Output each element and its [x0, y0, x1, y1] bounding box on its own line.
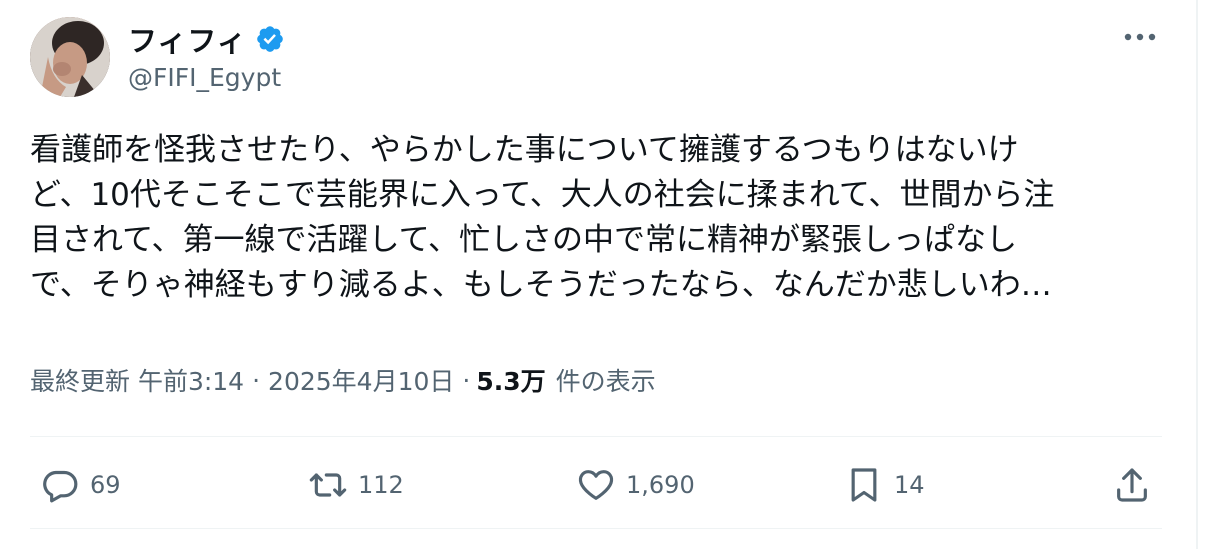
action-bar: 69 112 1,690 14	[0, 455, 1196, 515]
tweet-text: 看護師を怪我させたり、やらかした事について擁護するつもりはないけ ど、10代そこ…	[30, 128, 1170, 308]
tweet-meta: 最終更新 午前3:14 · 2025年4月10日 · 5.3万 件の表示	[30, 362, 656, 398]
tweet-text-line: 看護師を怪我させたり、やらかした事について擁護するつもりはないけ	[30, 132, 1019, 168]
author-name-row[interactable]: フィフィ	[128, 19, 285, 59]
divider	[30, 436, 1162, 437]
heart-icon	[578, 470, 614, 500]
more-options-button[interactable]	[1120, 22, 1160, 52]
reply-bubble-icon	[43, 470, 78, 503]
meta-separator: ·	[462, 365, 471, 395]
views-count[interactable]: 5.3万	[476, 362, 545, 398]
avatar[interactable]	[30, 17, 110, 97]
more-horizontal-icon	[1124, 33, 1156, 41]
tweet-text-line: で、そりゃ神経もすり減るよ、もしそうだったなら、なんだか悲しいわ…	[30, 267, 1052, 303]
author-handle[interactable]: @FIFI_Egypt	[128, 63, 281, 92]
column-border	[1196, 0, 1198, 549]
repost-count: 112	[358, 471, 404, 499]
tweet-text-line: ど、10代そこそこで芸能界に入って、大人の社会に揉まれて、世間から注	[30, 177, 1055, 213]
repost-button[interactable]: 112	[308, 463, 404, 507]
reply-button[interactable]: 69	[40, 463, 121, 507]
tweet-text-line: 目されて、第一線で活躍して、忙しさの中で常に精神が緊張しっぱなし	[30, 222, 1018, 258]
bookmark-icon	[851, 468, 877, 502]
meta-separator: ·	[252, 365, 261, 395]
display-name[interactable]: フィフィ	[128, 18, 247, 60]
share-button[interactable]	[1112, 463, 1152, 507]
views-label: 件の表示	[555, 367, 656, 396]
bookmark-count: 14	[894, 471, 925, 499]
divider	[30, 528, 1162, 529]
post-date[interactable]: 2025年4月10日	[268, 362, 454, 398]
verified-badge-icon	[257, 26, 283, 52]
like-button[interactable]: 1,690	[576, 463, 695, 507]
bookmark-button[interactable]: 14	[844, 463, 925, 507]
avatar-image	[30, 17, 110, 97]
repost-icon	[309, 473, 347, 497]
reply-count: 69	[90, 471, 121, 499]
tweet-card: フィフィ @FIFI_Egypt 看護師を怪我させたり、やらかした事について擁護…	[0, 0, 1196, 549]
updated-timestamp[interactable]: 最終更新 午前3:14	[30, 362, 244, 398]
share-icon	[1117, 468, 1147, 502]
like-count: 1,690	[626, 471, 695, 499]
